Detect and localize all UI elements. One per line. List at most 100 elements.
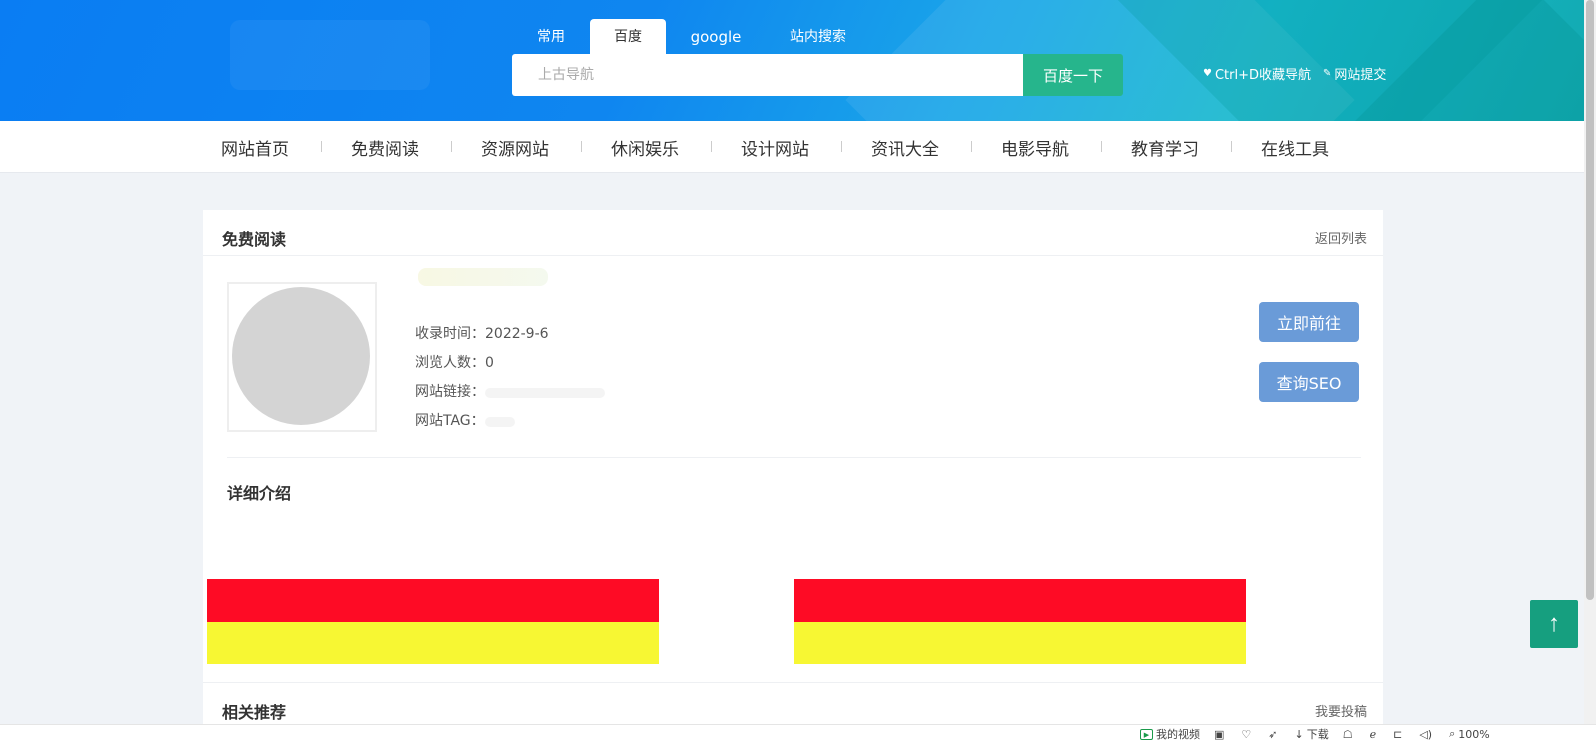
search-input[interactable]: [512, 54, 1023, 96]
nav-item-label: 在线工具: [1261, 139, 1329, 160]
submit-site-label: 网站提交: [1334, 68, 1387, 83]
site-info: 收录时间： 2022-9-6 浏览人数： 0 网站链接： 网站TAG：: [415, 320, 605, 436]
rocket-icon: ➶: [1268, 727, 1278, 741]
tab-baidu[interactable]: 百度: [590, 19, 666, 54]
nav-item-label: 资源网站: [481, 139, 549, 160]
tab-site-search[interactable]: 站内搜索: [766, 19, 870, 54]
thumbnail-placeholder: [232, 287, 370, 425]
nav-item-movies[interactable]: 电影导航: [988, 135, 1118, 160]
site-tag-row: 网站TAG：: [415, 407, 605, 436]
ie-button[interactable]: ℯ: [1370, 728, 1380, 741]
reader-icon: ☖: [1342, 727, 1353, 741]
collect-time-value: 2022-9-6: [485, 326, 549, 342]
reader-button[interactable]: ☖: [1343, 728, 1356, 741]
image-icon: ▣: [1214, 727, 1225, 741]
nav-item-free-reading[interactable]: 免费阅读: [338, 135, 468, 160]
zoom-control[interactable]: ⌕ 100%: [1449, 727, 1490, 741]
site-link-row: 网站链接：: [415, 378, 605, 407]
search-bar: 百度一下: [512, 54, 1123, 96]
search-tabs: 常用 百度 google 站内搜索: [512, 19, 870, 54]
banner-red-band: [207, 579, 659, 622]
nav-item-resources[interactable]: 资源网站: [468, 135, 598, 160]
nav-divider: [1231, 140, 1232, 152]
collect-time-label: 收录时间：: [415, 326, 485, 342]
site-detail-card: 免费阅读 返回列表 收录时间： 2022-9-6 浏览人数： 0 网站链接： 网…: [203, 210, 1383, 682]
nav-item-news[interactable]: 资讯大全: [858, 135, 988, 160]
collect-time-row: 收录时间： 2022-9-6: [415, 320, 605, 349]
nav-divider: [451, 140, 452, 152]
nav-item-label: 电影导航: [1001, 139, 1069, 160]
nav-divider: [841, 140, 842, 152]
split-button[interactable]: ⊏: [1393, 728, 1405, 741]
nav-item-label: 休闲娱乐: [611, 139, 679, 160]
scrollbar-thumb[interactable]: [1586, 0, 1594, 600]
nav-divider: [1101, 140, 1102, 152]
site-tag-value[interactable]: [484, 417, 515, 427]
download-label: 下载: [1306, 728, 1329, 741]
nav-item-label: 教育学习: [1131, 139, 1199, 160]
nav-item-label: 资讯大全: [871, 139, 939, 160]
visit-site-button[interactable]: 立即前往: [1259, 302, 1359, 342]
submit-link[interactable]: 我要投稿: [1315, 701, 1367, 720]
nav-item-entertainment[interactable]: 休闲娱乐: [598, 135, 728, 160]
play-icon: ▶: [1140, 728, 1153, 740]
header-links: ♥ Ctrl+D收藏导航 ✎ 网站提交: [1203, 64, 1398, 83]
browser-status-bar: ▶ 我的视频 ▣ ♡ ➶ ↓ 下载 ☖ ℯ ⊏ ◁) ⌕ 100%: [0, 724, 1596, 742]
back-to-top-button[interactable]: ↑: [1530, 600, 1578, 648]
card-title: 免费阅读: [222, 230, 287, 249]
related-title: 相关推荐: [222, 703, 287, 722]
banner-red-band: [794, 579, 1246, 622]
volume-button[interactable]: ◁): [1419, 728, 1435, 741]
my-videos-label: 我的视频: [1156, 728, 1200, 741]
nav-item-label: 设计网站: [741, 139, 809, 160]
nav-item-design[interactable]: 设计网站: [728, 135, 858, 160]
main-nav: 网站首页 免费阅读 资源网站 休闲娱乐 设计网站 资讯大全 电影导航 教育学习 …: [0, 121, 1584, 173]
views-row: 浏览人数： 0: [415, 349, 605, 378]
image-button[interactable]: ▣: [1214, 728, 1227, 741]
search-button[interactable]: 百度一下: [1023, 54, 1123, 96]
site-thumbnail: [227, 282, 377, 432]
site-logo[interactable]: [230, 20, 430, 90]
views-label: 浏览人数：: [415, 355, 485, 371]
divider: [203, 255, 1383, 256]
tab-common[interactable]: 常用: [512, 19, 590, 54]
download-button[interactable]: ↓ 下载: [1295, 726, 1329, 742]
nav-item-home[interactable]: 网站首页: [208, 135, 338, 160]
scrollbar[interactable]: [1584, 0, 1596, 724]
heart-icon: ♥: [1203, 68, 1212, 79]
banner-yellow-band: [207, 622, 659, 664]
zoom-level: 100%: [1458, 727, 1490, 741]
submit-site-link[interactable]: ✎ 网站提交: [1323, 64, 1386, 83]
speaker-icon: ◁): [1419, 727, 1433, 741]
zoom-icon: ⌕: [1449, 727, 1456, 740]
split-icon: ⊏: [1393, 727, 1403, 741]
site-link-label: 网站链接：: [415, 384, 485, 400]
bookmark-link-label: Ctrl+D收藏导航: [1214, 68, 1312, 83]
arrow-up-icon: ↑: [1548, 610, 1560, 637]
site-header: 常用 百度 google 站内搜索 百度一下 ♥ Ctrl+D收藏导航 ✎ 网站…: [0, 0, 1584, 121]
views-value: 0: [485, 355, 494, 371]
nav-divider: [321, 140, 322, 152]
bookmark-link[interactable]: ♥ Ctrl+D收藏导航: [1203, 64, 1311, 83]
check-seo-button[interactable]: 查询SEO: [1259, 362, 1359, 402]
my-videos-button[interactable]: ▶ 我的视频: [1140, 726, 1200, 742]
nav-item-education[interactable]: 教育学习: [1118, 135, 1248, 160]
nav-item-label: 网站首页: [221, 139, 289, 160]
nav-divider: [581, 140, 582, 152]
ad-banner[interactable]: [794, 579, 1246, 664]
site-tag-label: 网站TAG：: [415, 413, 485, 429]
nav-divider: [711, 140, 712, 152]
divider: [227, 457, 1361, 458]
nav-item-label: 免费阅读: [351, 139, 419, 160]
tab-google[interactable]: google: [666, 19, 766, 54]
ad-banner[interactable]: [207, 579, 659, 664]
site-name: [418, 268, 548, 286]
banner-yellow-band: [794, 622, 1246, 664]
rocket-button[interactable]: ➶: [1268, 728, 1280, 741]
nav-item-tools[interactable]: 在线工具: [1248, 135, 1378, 160]
back-to-list-link[interactable]: 返回列表: [1315, 228, 1367, 247]
heart-icon: ♡: [1241, 727, 1252, 741]
health-button[interactable]: ♡: [1241, 728, 1254, 741]
nav-divider: [971, 140, 972, 152]
site-link-value[interactable]: [485, 388, 605, 398]
